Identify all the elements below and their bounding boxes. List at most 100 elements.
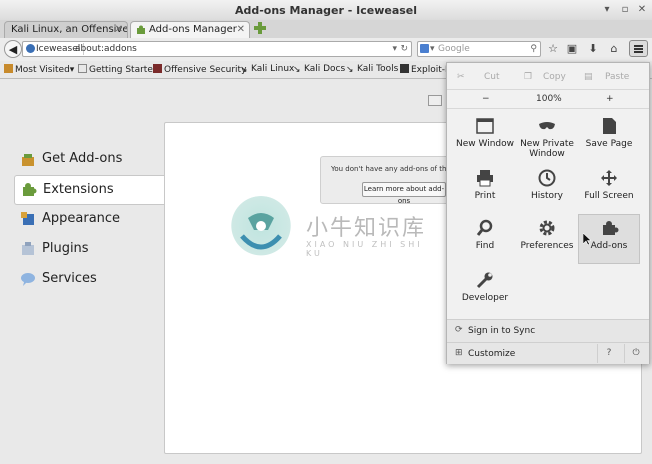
- search-input[interactable]: Google: [438, 42, 470, 56]
- category-appearance[interactable]: Appearance: [14, 205, 164, 233]
- menu-print[interactable]: Print: [454, 165, 516, 213]
- bookmark-label: Kali Docs: [304, 64, 346, 74]
- back-arrow-icon: ◀: [8, 43, 18, 56]
- home-icon[interactable]: ⌂: [606, 41, 622, 57]
- category-extensions[interactable]: Extensions: [14, 175, 165, 205]
- tab-strip: Kali Linux, an Offensive ... ✕ Add-ons M…: [0, 20, 652, 39]
- services-icon: [21, 273, 35, 286]
- tab-label: Add-ons Manager: [149, 24, 237, 35]
- get-addons-icon: [22, 154, 34, 166]
- new-tab-button[interactable]: [254, 22, 266, 34]
- bookmark-kali-docs[interactable]: ↘ Kali Docs: [293, 64, 346, 75]
- downloads-icon[interactable]: ⬇: [585, 41, 601, 57]
- bookmark-kali-tools[interactable]: ↘ Kali Tools: [346, 64, 398, 75]
- page-icon: [78, 64, 87, 73]
- open-menu-button[interactable]: [629, 40, 648, 57]
- back-button[interactable]: ◀: [4, 40, 22, 58]
- cut-button[interactable]: Cut: [484, 72, 500, 82]
- help-icon[interactable]: ?: [597, 344, 620, 363]
- bookmark-label: Most Visited: [15, 65, 70, 75]
- menu-item-label: Find: [475, 241, 495, 251]
- find-magnifier-icon: [476, 219, 493, 236]
- copy-button[interactable]: Copy: [543, 72, 566, 82]
- bookmark-label: Kali Linux: [251, 64, 295, 74]
- close-window-button[interactable]: ✕: [635, 3, 649, 16]
- print-icon: [477, 170, 493, 187]
- title-bar: Add-ons Manager - Iceweasel ▾ ▫ ✕: [0, 0, 652, 21]
- tab-label: Kali Linux, an Offensive ...: [11, 24, 128, 35]
- minimize-button[interactable]: ▾: [600, 3, 614, 16]
- menu-find[interactable]: Find: [454, 215, 516, 263]
- bookmark-getting-started[interactable]: Getting Started: [78, 64, 159, 75]
- wrench-icon: [476, 272, 493, 289]
- bookmarks-menu-icon[interactable]: ▣: [564, 41, 580, 57]
- full-screen-icon: [601, 170, 617, 186]
- category-label: Extensions: [43, 182, 114, 197]
- window-title: Add-ons Manager - Iceweasel: [234, 4, 418, 17]
- appearance-icon: [21, 212, 34, 225]
- menu-preferences[interactable]: Preferences: [516, 215, 578, 263]
- menu-item-label: Save Page: [585, 139, 633, 149]
- close-tab-icon[interactable]: ✕: [115, 22, 123, 38]
- menu-full-screen[interactable]: Full Screen: [578, 165, 640, 213]
- search-icon[interactable]: ⚲: [530, 42, 537, 56]
- menu-item-label: History: [530, 191, 564, 201]
- cut-icon: ✂: [457, 72, 465, 82]
- bookmark-kali-linux[interactable]: ↘ Kali Linux: [240, 64, 295, 75]
- learn-more-button[interactable]: Learn more about add-ons: [362, 182, 446, 203]
- menu-new-private-window[interactable]: New Private Window: [516, 113, 578, 161]
- category-services[interactable]: Services: [14, 265, 164, 293]
- bookmark-offensive-security[interactable]: Offensive Security: [153, 64, 246, 75]
- globe-icon: [26, 44, 35, 53]
- category-label: Services: [42, 271, 97, 286]
- kali-dragon-icon: ↘: [346, 65, 354, 75]
- category-label: Get Add-ons: [42, 151, 123, 166]
- search-engine-icon[interactable]: [420, 44, 429, 53]
- menu-developer[interactable]: Developer: [454, 267, 516, 315]
- menu-item-label: New Private Window: [520, 139, 574, 159]
- plugins-icon: [22, 242, 34, 255]
- url-bar[interactable]: Iceweasel about:addons ▾ ↻: [22, 41, 412, 57]
- dropdown-arrow-icon[interactable]: ▾: [392, 42, 397, 56]
- customize-button[interactable]: Customize: [468, 349, 515, 359]
- new-window-icon: [476, 118, 494, 134]
- tab-addons-manager[interactable]: Add-ons Manager ✕: [130, 21, 250, 38]
- offsec-icon: [153, 64, 162, 73]
- quit-power-icon[interactable]: ⏻: [624, 344, 647, 363]
- zoom-in-button[interactable]: +: [606, 94, 614, 104]
- menu-save-page[interactable]: Save Page: [578, 113, 640, 161]
- tab-kali-linux[interactable]: Kali Linux, an Offensive ... ✕: [4, 21, 128, 38]
- puzzle-icon: [137, 25, 145, 34]
- kali-dragon-icon: ↘: [240, 65, 248, 75]
- category-get-addons[interactable]: Get Add-ons: [14, 145, 164, 173]
- close-tab-icon[interactable]: ✕: [237, 22, 245, 38]
- sign-in-to-sync[interactable]: ⟳ Sign in to Sync: [447, 319, 649, 342]
- search-bar[interactable]: ▾ Google ⚲: [417, 41, 541, 57]
- bookmark-exploit-db[interactable]: Exploit-D: [400, 64, 452, 75]
- paste-button[interactable]: Paste: [605, 72, 629, 82]
- bookmark-label: Getting Started: [89, 65, 159, 75]
- view-options-icon[interactable]: [428, 95, 442, 106]
- menu-item-label: Developer: [461, 293, 509, 303]
- navigation-bar: ◀ Iceweasel about:addons ▾ ↻ ▾ Google ⚲ …: [0, 38, 652, 61]
- bookmark-star-icon[interactable]: ☆: [545, 41, 561, 57]
- sync-icon: ⟳: [455, 325, 463, 335]
- bookmark-label: Offensive Security: [164, 65, 247, 75]
- reload-icon[interactable]: ↻: [400, 42, 408, 56]
- gear-icon: [539, 220, 555, 236]
- customize-plus-icon: ⊞: [455, 348, 463, 358]
- url-text[interactable]: about:addons: [75, 42, 137, 56]
- zoom-out-button[interactable]: −: [482, 94, 490, 104]
- zoom-reset-button[interactable]: 100%: [536, 94, 562, 104]
- bookmark-most-visited[interactable]: Most Visited▾: [4, 64, 74, 75]
- exploit-db-icon: [400, 64, 409, 73]
- category-plugins[interactable]: Plugins: [14, 235, 164, 263]
- menu-item-label: Print: [474, 191, 496, 201]
- maximize-button[interactable]: ▫: [618, 3, 632, 16]
- main-menu-panel: ✂ Cut ❐ Copy ▤ Paste − 100% + New Window…: [446, 62, 650, 364]
- category-label: Plugins: [42, 241, 89, 256]
- search-engine-dropdown-icon[interactable]: ▾: [430, 42, 435, 56]
- menu-history[interactable]: History: [516, 165, 578, 213]
- menu-new-window[interactable]: New Window: [454, 113, 516, 161]
- kali-dragon-icon: ↘: [293, 65, 301, 75]
